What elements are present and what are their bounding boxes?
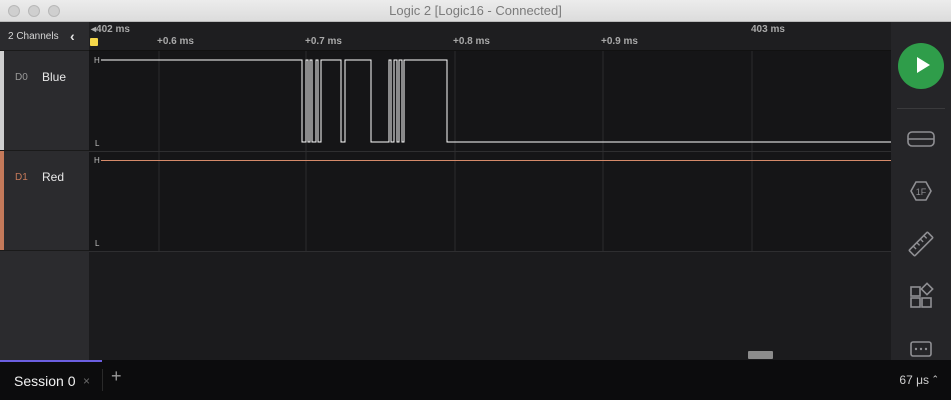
time-per-division-status[interactable]: 67 μs <box>899 373 929 387</box>
ruler-tick-label: +0.6 ms <box>157 36 194 47</box>
d0-low-label: L <box>95 139 100 148</box>
timing-markers-icon[interactable] <box>905 228 937 260</box>
time-ruler[interactable]: ◂402 ms +0.6 ms +0.7 ms +0.8 ms +0.9 ms … <box>89 22 891 51</box>
d1-high-label: H <box>94 156 100 165</box>
channel-panel: 2 Channels ‹ D0 Blue D1 Red <box>0 22 89 360</box>
d1-low-label: L <box>95 239 100 248</box>
ruler-start-label: ◂402 ms <box>91 24 130 35</box>
horizontal-scrollbar[interactable] <box>89 350 891 360</box>
right-sidebar: 1F <box>891 22 951 360</box>
waveform-plot[interactable]: H L H L <box>89 51 891 350</box>
channel-id: D1 <box>15 172 28 183</box>
svg-text:1F: 1F <box>916 187 927 197</box>
analyzers-icon[interactable] <box>905 123 937 155</box>
session-tab[interactable]: Session 0 × <box>0 360 102 400</box>
channel-name[interactable]: Blue <box>42 70 66 84</box>
add-session-button[interactable]: + <box>111 366 122 387</box>
chevron-up-icon[interactable]: ⌃ <box>931 374 939 385</box>
play-icon <box>917 57 930 73</box>
close-tab-icon[interactable]: × <box>83 374 90 388</box>
channel-id: D0 <box>15 72 28 83</box>
window-title: Logic 2 [Logic16 - Connected] <box>389 3 562 18</box>
ruler-end-label: 403 ms <box>751 24 785 35</box>
session-bar: Session 0 × + 67 μs ⌃ <box>0 360 951 400</box>
title-bar: Logic 2 [Logic16 - Connected] <box>0 0 951 22</box>
channel-row-d0[interactable]: D0 Blue <box>0 51 89 151</box>
channels-count-label: 2 Channels <box>8 31 59 42</box>
channel-name[interactable]: Red <box>42 170 64 184</box>
channel-row-d1[interactable]: D1 Red <box>0 151 89 251</box>
channels-header: 2 Channels ‹ <box>0 22 89 51</box>
sidebar-divider <box>897 108 945 109</box>
tab-divider <box>102 369 103 391</box>
scrollbar-thumb[interactable] <box>748 351 773 359</box>
play-button[interactable] <box>898 43 944 89</box>
session-tab-label: Session 0 <box>14 373 76 389</box>
timing-marker-icon[interactable] <box>90 38 98 46</box>
notes-icon[interactable] <box>905 336 937 360</box>
channel-color-strip <box>0 151 4 250</box>
collapse-panel-chevron-icon[interactable]: ‹ <box>70 28 75 44</box>
measurements-icon[interactable]: 1F <box>905 175 937 207</box>
d0-trace <box>101 59 891 143</box>
d0-high-label: H <box>94 56 100 65</box>
ruler-tick-label: +0.8 ms <box>453 36 490 47</box>
channel-color-strip <box>0 51 4 150</box>
empty-area <box>89 252 891 350</box>
ruler-tick-label: +0.9 ms <box>601 36 638 47</box>
ruler-tick-label: +0.7 ms <box>305 36 342 47</box>
extensions-icon[interactable] <box>905 281 937 313</box>
